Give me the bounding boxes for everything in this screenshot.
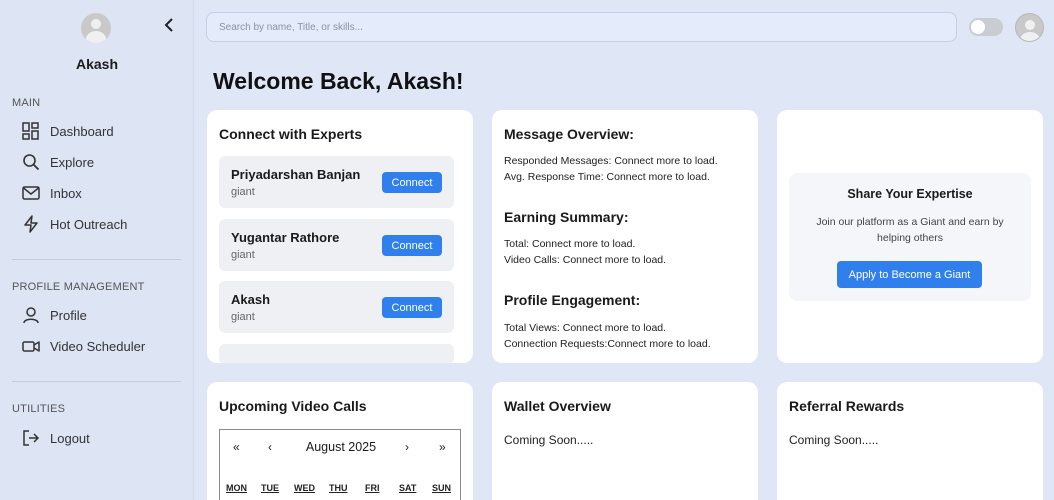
sidebar: Akash MAIN Dashboard Explore Inbox Hot O… [0,0,194,500]
connection-requests-text: Connection Requests:Connect more to load… [504,338,711,350]
sidebar-item-label: Profile [50,307,87,323]
connect-button[interactable]: Connect [382,235,442,256]
next-year-button[interactable]: » [439,440,446,454]
expert-name: Yugantar Rathore [231,230,340,245]
profile-engagement-title: Profile Engagement: [504,292,641,308]
sidebar-item-hot-outreach[interactable]: Hot Outreach [22,214,127,234]
sidebar-item-dashboard[interactable]: Dashboard [22,121,114,141]
sidebar-item-video-scheduler[interactable]: Video Scheduler [22,336,145,356]
message-overview-card: Message Overview: Responded Messages: Co… [492,110,758,363]
sidebar-item-label: Explore [50,154,95,170]
weekday-label: WED [294,483,315,493]
expert-role: giant [231,249,255,261]
profile-avatar-button[interactable] [1015,13,1044,42]
sidebar-divider [12,259,181,260]
message-overview-title: Message Overview: [504,126,634,142]
share-expertise-card: Share Your Expertise Join our platform a… [777,110,1043,363]
expert-name: Akash [231,292,271,307]
section-profile-label: PROFILE MANAGEMENT [12,281,145,293]
connect-button[interactable]: Connect [382,297,442,318]
weekday-label: FRI [365,483,380,493]
section-utilities-label: UTILITIES [12,403,66,415]
sidebar-item-inbox[interactable]: Inbox [22,183,82,203]
total-views-text: Total Views: Connect more to load. [504,322,667,334]
user-icon [23,307,39,324]
referral-status-text: Coming Soon..... [789,433,879,447]
referral-title: Referral Rewards [789,398,905,414]
user-avatar [81,13,111,43]
wallet-card: Wallet Overview Coming Soon..... [492,382,758,500]
experts-card: Connect with Experts Priyadarshan Banjan… [207,110,473,363]
experts-title: Connect with Experts [219,126,363,142]
video-calls-card: Upcoming Video Calls « ‹ August 2025 › »… [207,382,473,500]
lightning-icon [24,215,38,233]
sidebar-item-label: Inbox [50,185,82,201]
share-expertise-title: Share Your Expertise [847,187,973,201]
expert-role: giant [231,186,255,198]
sidebar-divider [12,381,181,382]
calendar-month-label: August 2025 [305,440,377,454]
connect-button[interactable]: Connect [382,172,442,193]
wallet-status-text: Coming Soon..... [504,433,594,447]
weekday-label: SAT [399,483,417,493]
expert-item: Akash giant Connect [219,281,454,333]
sidebar-item-label: Video Scheduler [50,338,146,354]
expert-role: giant [231,311,255,323]
sidebar-item-explore[interactable]: Explore [22,152,94,172]
expert-item-partial [219,344,454,363]
search-input[interactable] [206,12,957,42]
sidebar-item-logout[interactable]: Logout [22,428,90,448]
collapse-sidebar-button[interactable] [160,15,178,35]
weekday-label: TUE [261,483,279,493]
video-camera-icon [22,341,40,352]
weekday-label: MON [226,483,247,493]
referral-card: Referral Rewards Coming Soon..... [777,382,1043,500]
calendar: « ‹ August 2025 › » MON TUE WED THU FRI … [219,429,461,500]
expert-name: Priyadarshan Banjan [231,167,361,182]
weekday-label: THU [329,483,348,493]
search-icon [23,154,40,171]
sidebar-item-label: Hot Outreach [50,216,128,232]
share-expertise-box: Share Your Expertise Join our platform a… [789,173,1031,301]
video-calls-title: Upcoming Video Calls [219,398,367,414]
sidebar-item-profile[interactable]: Profile [22,305,87,325]
theme-toggle[interactable] [969,18,1003,36]
earning-summary-title: Earning Summary: [504,209,629,225]
page-title: Welcome Back, Akash! [213,68,464,94]
section-main-label: MAIN [12,97,41,109]
sidebar-item-label: Logout [50,430,90,446]
toggle-knob [971,20,985,34]
sidebar-item-label: Dashboard [50,123,114,139]
next-month-button[interactable]: › [405,440,409,454]
earning-video-calls-text: Video Calls: Connect more to load. [504,254,667,266]
wallet-title: Wallet Overview [504,398,611,414]
mail-icon [22,186,40,200]
response-time-text: Avg. Response Time: Connect more to load… [504,171,710,183]
chevron-left-icon [164,18,173,32]
expert-item: Priyadarshan Banjan giant Connect [219,156,454,208]
user-name: Akash [75,56,119,72]
weekday-label: SUN [432,483,452,493]
logout-icon [23,430,40,446]
share-expertise-description: Join our platform as a Giant and earn by… [816,216,1004,244]
responded-messages-text: Responded Messages: Connect more to load… [504,155,718,167]
apply-giant-button[interactable]: Apply to Become a Giant [837,261,982,288]
earning-total-text: Total: Connect more to load. [504,238,636,250]
expert-item: Yugantar Rathore giant Connect [219,219,454,271]
dashboard-icon [22,122,39,140]
